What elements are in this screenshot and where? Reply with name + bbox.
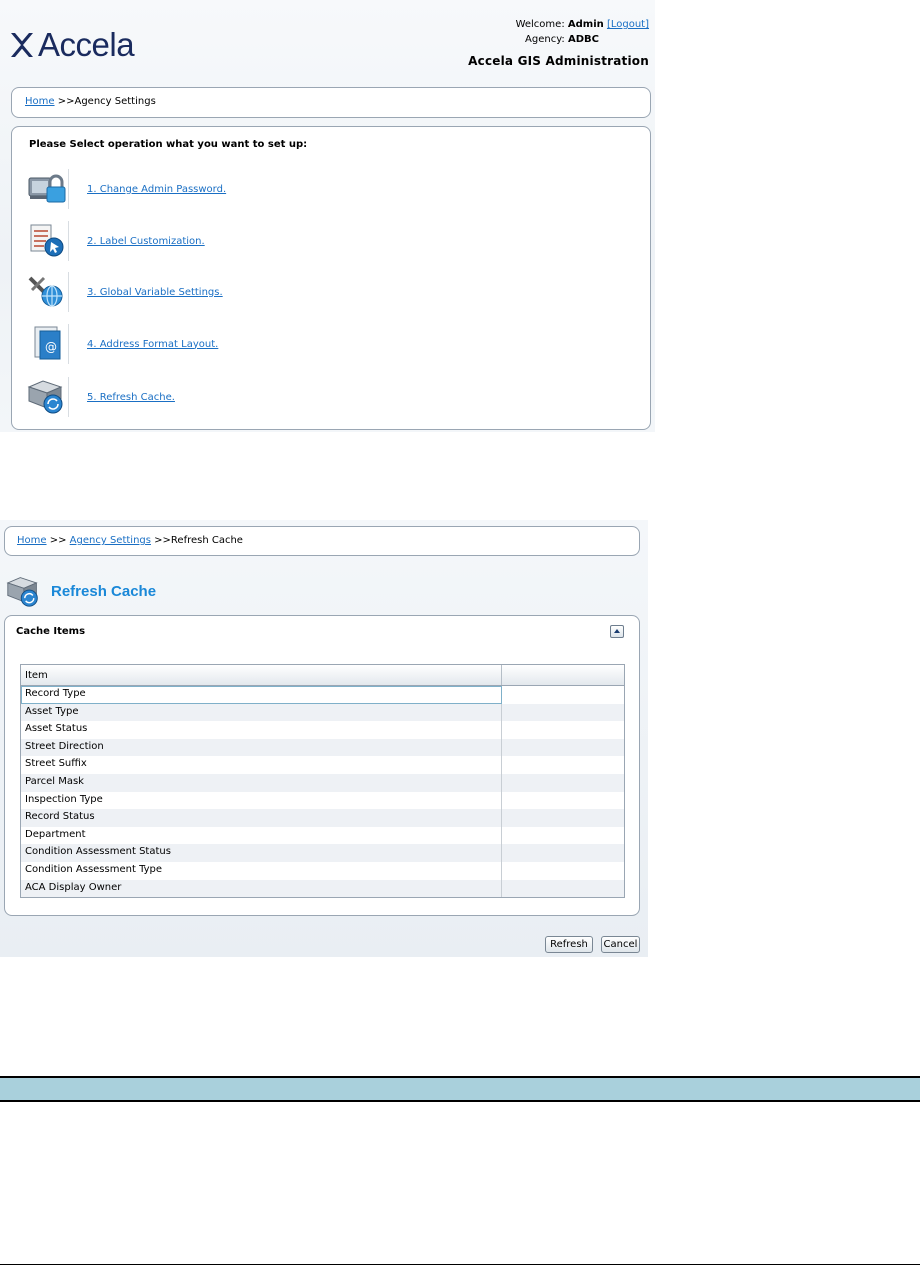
breadcrumb-home-link[interactable]: Home — [25, 96, 55, 107]
breadcrumb: Home >> Agency Settings >>Refresh Cache — [4, 526, 640, 556]
welcome-label: Welcome: — [515, 19, 565, 30]
operation-address-format-layout[interactable]: @ 4. Address Format Layout. — [26, 324, 426, 364]
table-row[interactable]: Street Direction — [21, 738, 624, 757]
username: Admin — [567, 19, 604, 30]
operation-label-customization[interactable]: 2. Label Customization. — [26, 221, 426, 261]
item-cell: Condition Assessment Type — [21, 861, 502, 880]
change-admin-password-link[interactable]: 1. Change Admin Password. — [87, 184, 226, 195]
item-cell: Record Status — [21, 809, 502, 827]
global-settings-icon — [26, 272, 69, 312]
table-row[interactable]: Condition Assessment Type — [21, 861, 624, 880]
grid-header: Item — [21, 665, 624, 686]
svg-text:@: @ — [45, 340, 57, 354]
cache-items-grid: Item Record Type Asset Type Asset Status… — [20, 664, 625, 898]
refresh-cache-screenshot: Home >> Agency Settings >> Refresh Cache … — [0, 520, 648, 957]
table-row[interactable]: Record Type — [21, 686, 624, 704]
label-customization-icon — [26, 221, 69, 261]
item-cell: Asset Type — [21, 703, 502, 722]
refresh-cache-link[interactable]: 5. Refresh Cache. — [87, 392, 175, 403]
operation-change-password[interactable]: 1. Change Admin Password. — [26, 169, 426, 209]
document-table — [0, 1076, 920, 1102]
logo-text: Accela — [38, 26, 135, 63]
table-row[interactable]: Condition Assessment Status — [21, 844, 624, 862]
table-row[interactable]: Asset Status — [21, 721, 624, 739]
accela-logo: Accela — [10, 26, 135, 63]
agency-name: ADBC — [567, 34, 599, 45]
breadcrumb-separator: >> — [49, 535, 67, 546]
breadcrumb-current: Refresh Cache — [170, 535, 243, 546]
operations-prompt: Please Select operation what you want to… — [29, 139, 308, 150]
agency-label: Agency: — [525, 34, 565, 45]
breadcrumb-home-link[interactable]: Home — [17, 535, 47, 546]
table-row[interactable]: Parcel Mask — [21, 773, 624, 792]
logout-link[interactable]: [Logout] — [607, 19, 649, 30]
page-title: Refresh Cache — [51, 582, 157, 600]
global-variable-settings-link[interactable]: 3. Global Variable Settings. — [87, 287, 223, 298]
item-cell: Street Suffix — [21, 756, 502, 774]
user-info: Welcome: Admin [Logout] Agency: ADBC Acc… — [468, 17, 649, 69]
panel-title: Cache Items — [16, 626, 86, 637]
operation-refresh-cache[interactable]: 5. Refresh Cache. — [26, 377, 426, 417]
operation-global-variable-settings[interactable]: 3. Global Variable Settings. — [26, 272, 426, 312]
accela-logo-mark-icon — [11, 33, 33, 57]
breadcrumb-current: Agency Settings — [74, 96, 156, 107]
refresh-cache-icon — [26, 377, 69, 417]
refresh-cache-icon — [6, 577, 38, 607]
cancel-button[interactable]: Cancel — [601, 936, 640, 953]
column-header-item[interactable]: Item — [21, 665, 502, 685]
breadcrumb: Home >>Agency Settings — [11, 87, 651, 118]
breadcrumb-separator: >> — [57, 96, 75, 107]
table-row[interactable]: Asset Type — [21, 703, 624, 722]
label-customization-link[interactable]: 2. Label Customization. — [87, 236, 205, 247]
item-cell: Street Direction — [21, 738, 502, 757]
page-header: Refresh Cache — [4, 574, 156, 608]
item-cell: Department — [21, 826, 502, 845]
table-row[interactable]: ACA Display Owner — [21, 879, 624, 898]
table-row[interactable]: Department — [21, 826, 624, 845]
lock-icon — [26, 169, 69, 209]
item-cell: Record Type — [21, 686, 502, 704]
grid-body: Record Type Asset Type Asset Status Stre… — [21, 686, 624, 898]
item-cell: Inspection Type — [21, 791, 502, 810]
address-format-layout-link[interactable]: 4. Address Format Layout. — [87, 339, 218, 350]
table-row[interactable]: Record Status — [21, 809, 624, 827]
agency-settings-screenshot: Accela Welcome: Admin [Logout] Agency: A… — [0, 0, 655, 432]
address-format-icon: @ — [26, 324, 69, 364]
table-row[interactable]: Street Suffix — [21, 756, 624, 774]
breadcrumb-separator: >> — [154, 535, 171, 546]
column-header-blank — [502, 665, 624, 685]
item-cell: Asset Status — [21, 721, 502, 739]
item-cell: ACA Display Owner — [21, 879, 502, 898]
refresh-button[interactable]: Refresh — [545, 936, 593, 953]
operations-panel: Please Select operation what you want to… — [11, 126, 651, 430]
breadcrumb-agency-settings-link[interactable]: Agency Settings — [70, 535, 151, 546]
collapse-button[interactable] — [610, 625, 624, 638]
table-row[interactable]: Inspection Type — [21, 791, 624, 810]
app-title: Accela GIS Administration — [468, 54, 649, 68]
item-cell: Condition Assessment Status — [21, 844, 502, 862]
item-cell: Parcel Mask — [21, 773, 502, 792]
document-table-header — [0, 1076, 920, 1102]
cache-items-panel: Cache Items Item Record Type Asset Type … — [4, 615, 640, 916]
